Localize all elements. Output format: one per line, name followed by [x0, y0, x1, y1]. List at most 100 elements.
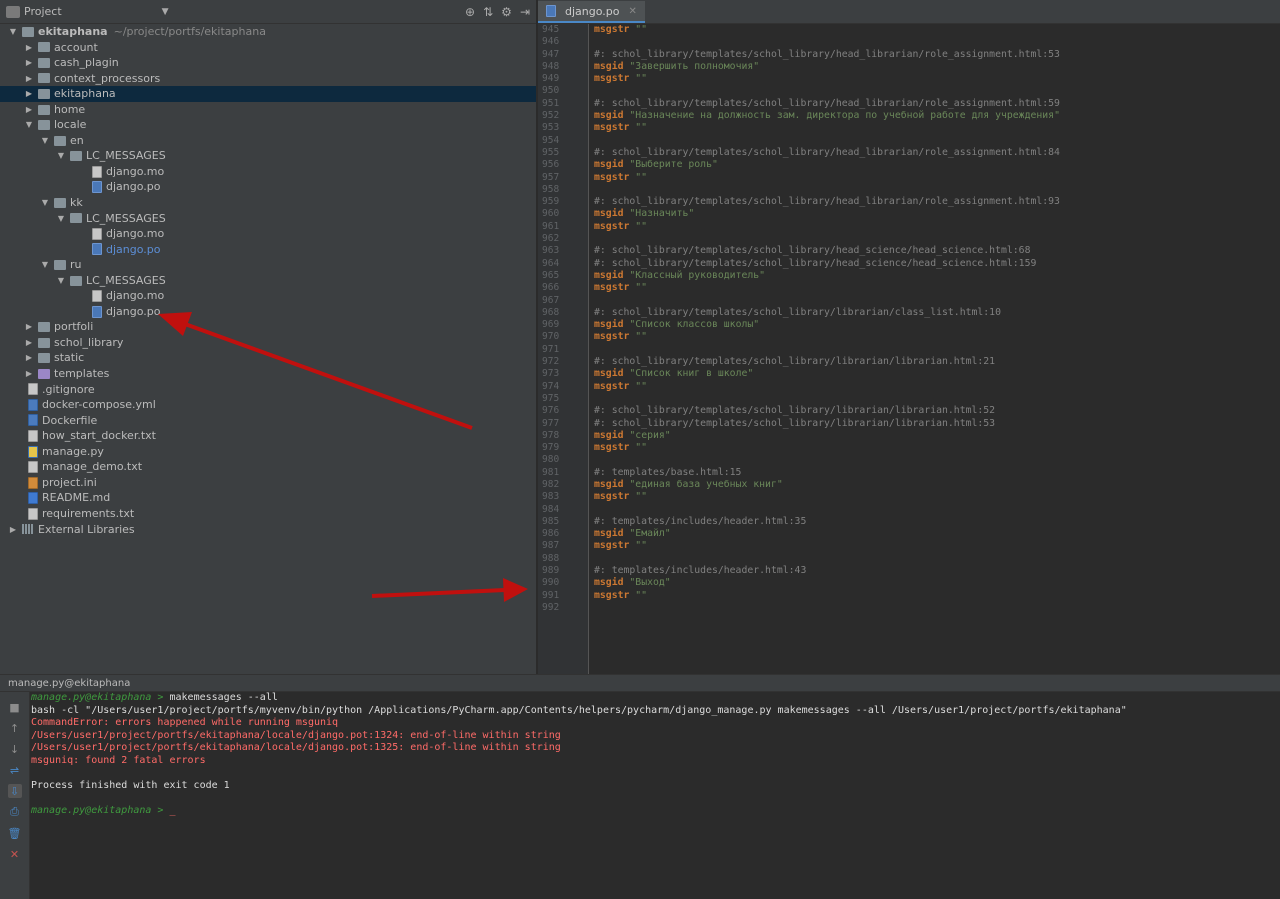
soft-wrap-icon[interactable]: ⇌ [8, 763, 22, 777]
tree-item[interactable]: django.po [0, 304, 536, 320]
chevron-down-icon[interactable]: ▼ [162, 7, 169, 17]
close-icon[interactable]: ✕ [8, 847, 22, 861]
tree-item[interactable]: Dockerfile [0, 413, 536, 429]
tree-item[interactable]: ▶ static [0, 350, 536, 366]
code-token: "Завершить полномочия" [623, 60, 760, 72]
chevron-right-icon[interactable]: ▶ [24, 86, 34, 102]
tree-item[interactable]: ▶ schol_library [0, 335, 536, 351]
tree-item[interactable]: ▼ ekitaphana ~/project/portfs/ekitaphana [0, 24, 536, 40]
line-number: 973 [542, 368, 560, 380]
tree-item[interactable]: ▶ home [0, 102, 536, 118]
folder-icon [54, 197, 66, 208]
line-number: 975 [542, 392, 560, 404]
tree-item[interactable]: README.md [0, 490, 536, 506]
chevron-right-icon[interactable]: ▶ [24, 350, 34, 366]
hide-panel-icon[interactable]: ⇥ [520, 5, 530, 19]
code-token: #: schol_library/templates/schol_library… [594, 97, 1060, 109]
chevron-right-icon[interactable]: ▶ [24, 366, 34, 382]
tree-item[interactable]: ▼ LC_MESSAGES [0, 148, 536, 164]
code-token: #: schol_library/templates/schol_library… [594, 196, 1060, 208]
tree-item[interactable]: ▶ account [0, 40, 536, 56]
tree-item[interactable]: ▼ kk [0, 195, 536, 211]
tree-item[interactable]: ▼ LC_MESSAGES [0, 273, 536, 289]
locate-icon[interactable]: ⊕ [465, 5, 475, 19]
code-token: "Назначение на должность зам. директора … [623, 110, 1060, 122]
tree-item[interactable]: how_start_docker.txt [0, 428, 536, 444]
gear-icon[interactable]: ⚙ [501, 5, 512, 19]
tree-item[interactable]: ▶ ekitaphana [0, 86, 536, 102]
chevron-down-icon[interactable]: ▼ [40, 195, 50, 211]
tree-item[interactable]: ▼ LC_MESSAGES [0, 211, 536, 227]
tree-item-label: django.mo [106, 227, 165, 241]
tree-item[interactable]: ▼ en [0, 133, 536, 149]
tree-item[interactable]: docker-compose.yml [0, 397, 536, 413]
project-view-selector[interactable]: Project [6, 5, 62, 18]
code-token: msgid [594, 478, 624, 490]
tree-item[interactable]: django.mo [0, 226, 536, 242]
arrow-up-icon[interactable]: ↑ [8, 721, 22, 735]
arrow-down-icon[interactable]: ↓ [8, 742, 22, 756]
tree-item[interactable]: django.mo [0, 288, 536, 304]
tree-item[interactable]: .gitignore [0, 382, 536, 398]
line-number: 971 [542, 343, 560, 355]
line-number: 945 [542, 24, 560, 35]
code-token: msgstr [594, 220, 630, 232]
code-area[interactable]: msgstr "" #: schol_library/templates/scho… [590, 24, 1280, 674]
folder-icon [38, 73, 50, 84]
chevron-down-icon[interactable]: ▼ [56, 148, 66, 164]
chevron-down-icon[interactable]: ▼ [40, 133, 50, 149]
code-line: msgstr "" [590, 331, 1280, 343]
tree-item[interactable]: ▶ portfoli [0, 319, 536, 335]
line-number: 984 [542, 503, 560, 515]
tree-item[interactable]: ▶ cash_plagin [0, 55, 536, 71]
tree-item-label: LC_MESSAGES [86, 211, 166, 225]
tree-item[interactable]: manage.py [0, 444, 536, 460]
chevron-right-icon[interactable]: ▶ [24, 335, 34, 351]
tab-django-po[interactable]: django.po ✕ [538, 1, 645, 23]
chevron-right-icon[interactable]: ▶ [8, 522, 18, 538]
tree-item[interactable]: ▼ locale [0, 117, 536, 133]
chevron-right-icon[interactable]: ▶ [24, 319, 34, 335]
tree-item-label: en [70, 133, 84, 147]
chevron-right-icon[interactable]: ▶ [24, 40, 34, 56]
chevron-down-icon[interactable]: ▼ [24, 117, 34, 133]
scroll-to-end-icon[interactable]: ⇩ [7, 784, 22, 798]
tree-item[interactable]: ▼ ru [0, 257, 536, 273]
chevron-right-icon[interactable]: ▶ [24, 71, 34, 87]
code-line: msgid "Выберите роль" [590, 159, 1280, 171]
chevron-down-icon[interactable]: ▼ [56, 211, 66, 227]
tab-label: django.po [565, 4, 620, 18]
tree-item[interactable]: project.ini [0, 475, 536, 491]
line-number: 963 [542, 245, 560, 257]
chevron-down-icon[interactable]: ▼ [40, 257, 50, 273]
trash-icon[interactable]: 🗑 [8, 826, 22, 840]
chevron-right-icon[interactable]: ▶ [24, 102, 34, 118]
tree-item-label: django.po [106, 180, 161, 194]
chevron-down-icon[interactable]: ▼ [8, 24, 18, 40]
collapse-all-icon[interactable]: ⇅ [483, 5, 493, 19]
close-icon[interactable]: ✕ [628, 6, 636, 17]
line-number: 968 [542, 306, 560, 318]
stop-icon[interactable]: ■ [8, 700, 22, 714]
tree-item[interactable]: manage_demo.txt [0, 459, 536, 475]
tree-item[interactable]: requirements.txt [0, 506, 536, 522]
tree-item[interactable]: django.po [0, 242, 536, 258]
tree-item[interactable]: ▶ External Libraries [0, 522, 536, 538]
folder-icon [70, 151, 82, 162]
project-panel: Project ▼ ⊕ ⇅ ⚙ ⇥ ▼ ekitaphana ~/project/p… [0, 0, 537, 674]
print-icon[interactable]: ⎙ [8, 805, 22, 819]
chevron-down-icon[interactable]: ▼ [56, 273, 66, 289]
code-token: msgstr [594, 491, 630, 503]
tree-item[interactable]: ▶ templates [0, 366, 536, 382]
tree-item-label: LC_MESSAGES [86, 273, 166, 287]
tree-item[interactable]: django.po [0, 179, 536, 195]
line-number: 950 [542, 85, 560, 97]
tree-item[interactable]: django.mo [0, 164, 536, 180]
console-output[interactable]: manage.py@ekitaphana > makemessages --al… [31, 692, 1280, 899]
tree-item-label: manage.py [42, 444, 104, 458]
folder-icon [54, 259, 66, 270]
chevron-right-icon[interactable]: ▶ [24, 55, 34, 71]
tree-item[interactable]: ▶ context_processors [0, 71, 536, 87]
code-line: msgstr "" [590, 442, 1280, 454]
